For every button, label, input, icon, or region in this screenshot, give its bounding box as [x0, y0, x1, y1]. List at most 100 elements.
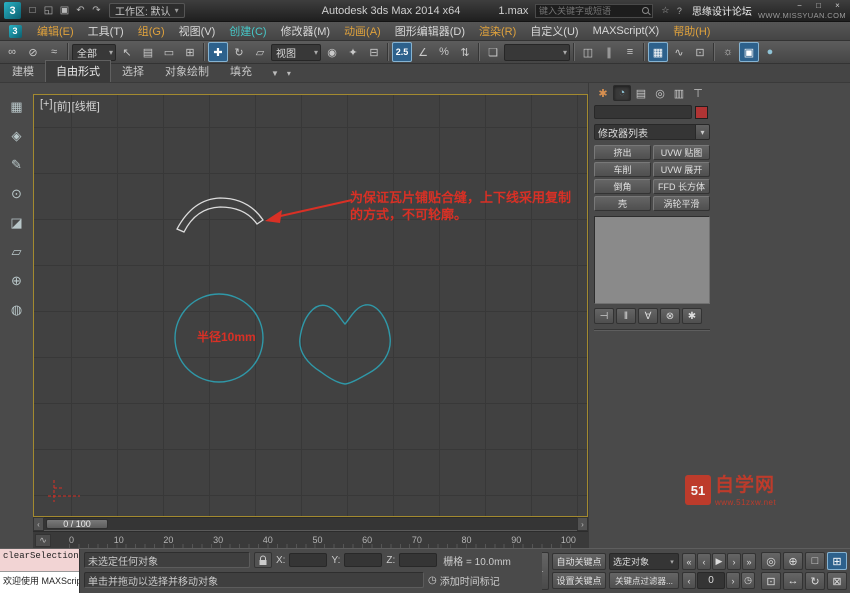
viewport-menu-shading[interactable]: [线框]	[72, 98, 100, 114]
select-and-link-icon[interactable]: ∞ ▾	[2, 42, 22, 62]
search-input[interactable]	[539, 6, 639, 16]
current-frame-field[interactable]: 0	[697, 572, 725, 589]
menu-item[interactable]: 视图(V)	[172, 22, 223, 40]
menu-item[interactable]: 渲染(R)	[472, 22, 523, 40]
time-slider-handle[interactable]: 0 / 100	[46, 519, 108, 529]
macro-recorder-line[interactable]: clearSelection	[0, 549, 79, 572]
timeline-tick[interactable]: 50	[312, 535, 322, 545]
restore-button[interactable]: □	[810, 1, 827, 10]
modifier-button[interactable]: 挤出	[594, 145, 651, 160]
time-slider-track[interactable]: 0 / 100	[44, 517, 577, 531]
make-unique-icon[interactable]: ∀	[638, 308, 658, 324]
ribbon-options-icon[interactable]: ▾	[287, 69, 291, 78]
add-time-tag-button[interactable]: ◷ 添加时间标记	[428, 573, 500, 588]
angle-snap-icon[interactable]: ∠ ▾	[413, 42, 433, 62]
play-animation-icon[interactable]: ▶	[712, 553, 726, 570]
close-button[interactable]: ×	[829, 1, 846, 10]
menu-item[interactable]: MAXScript(X)	[586, 22, 667, 40]
utilities-tab-icon[interactable]: ⊤	[689, 85, 707, 101]
toolbar-item[interactable]: ▾	[478, 43, 480, 61]
set-keys-button[interactable]: ♀	[542, 552, 549, 590]
select-by-name-icon[interactable]: ▤ ▾	[138, 42, 158, 62]
percent-snap-icon[interactable]: % ▾	[434, 42, 454, 62]
configure-modifier-sets-icon[interactable]: ✱	[682, 308, 702, 324]
menu-item[interactable]: 图形编辑器(D)	[388, 22, 472, 40]
freeform-shapes-icon[interactable]: ◪	[7, 213, 27, 233]
modifier-button[interactable]: 壳	[594, 196, 651, 211]
ribbon-tab[interactable]: 填充	[220, 61, 262, 82]
spinner-snap-icon[interactable]: ⇅ ▾	[455, 42, 475, 62]
time-slider-next-icon[interactable]: ›	[577, 517, 588, 531]
select-and-move-icon[interactable]: ✚ ▾	[208, 42, 228, 62]
open-file-icon[interactable]: ◱	[41, 3, 56, 19]
go-to-end-icon[interactable]: »	[742, 553, 756, 570]
viewport-menu-general[interactable]: [+]	[40, 98, 53, 114]
snaps-toggle-icon[interactable]: 2.5 ▾	[392, 42, 412, 62]
timeline-tick[interactable]: 70	[412, 535, 422, 545]
modifier-button[interactable]: 涡轮平滑	[653, 196, 710, 211]
create-tab-icon[interactable]: ✱	[594, 85, 612, 101]
zoom-region-icon[interactable]: ⊡	[761, 572, 781, 590]
next-key-icon[interactable]: ›	[726, 572, 740, 589]
modifier-button[interactable]: UVW 贴图	[653, 145, 710, 160]
coord-y-field[interactable]	[344, 553, 382, 567]
timeline-tick[interactable]: 30	[213, 535, 223, 545]
modifier-button[interactable]: 车削	[594, 162, 651, 177]
new-file-icon[interactable]: □	[25, 3, 40, 19]
rectangular-selection-icon[interactable]: ▭ ▾	[159, 42, 179, 62]
render-production-icon[interactable]: ● ▾	[760, 42, 780, 62]
listener-line[interactable]: 欢迎使用 MAXScript	[0, 572, 79, 593]
toolbar-item[interactable]: ▾	[387, 43, 389, 61]
render-setup-icon[interactable]: ☼ ▾	[718, 42, 738, 62]
select-and-rotate-icon[interactable]: ↻ ▾	[229, 42, 249, 62]
curve-editor-icon[interactable]: ∿ ▾	[669, 42, 689, 62]
reference-coordinate-dropdown[interactable]: 视图 ▾	[271, 44, 321, 61]
modifier-button[interactable]: FFD 长方体	[653, 179, 710, 194]
menu-item[interactable]: 创建(C)	[222, 22, 273, 40]
object-name-field[interactable]	[594, 105, 692, 119]
toolbar-item[interactable]: ▾	[713, 43, 715, 61]
freeform-relax-icon[interactable]: ◍	[7, 300, 27, 320]
selection-lock-icon[interactable]	[254, 552, 272, 568]
arc-spline[interactable]	[177, 198, 263, 232]
set-key-button[interactable]: 设置关键点	[552, 572, 606, 589]
ribbon-toggle-icon[interactable]: ▦ ▾	[648, 42, 668, 62]
workspace-dropdown[interactable]: 工作区: 默认 ▾	[109, 3, 185, 18]
menu-item[interactable]: 修改器(M)	[274, 22, 338, 40]
timeline-tick[interactable]: 20	[163, 535, 173, 545]
time-configuration-icon[interactable]: ◷	[741, 572, 755, 589]
keyboard-override-icon[interactable]: ⊟ ▾	[364, 42, 384, 62]
select-and-scale-icon[interactable]: ▱ ▾	[250, 42, 270, 62]
app-logo-icon[interactable]: 3	[4, 2, 21, 19]
menu-item[interactable]: 工具(T)	[81, 22, 131, 40]
coord-x-field[interactable]	[289, 553, 327, 567]
align-icon[interactable]: ∥ ▾	[599, 42, 619, 62]
viewport-front[interactable]: [+][前][线框] 为保证瓦片铺贴合缝，上下线采用复制	[33, 94, 588, 517]
freeform-attach-icon[interactable]: ⊕	[7, 271, 27, 291]
auto-key-button[interactable]: 自动关键点	[552, 553, 606, 570]
timeline-tick[interactable]: 90	[511, 535, 521, 545]
minimize-button[interactable]: −	[791, 1, 808, 10]
redo-icon[interactable]: ↷	[89, 3, 104, 19]
unlink-selection-icon[interactable]: ⊘ ▾	[23, 42, 43, 62]
object-color-swatch[interactable]	[695, 106, 708, 119]
toolbar-item[interactable]: ▾	[203, 43, 205, 61]
menu-item[interactable]: 动画(A)	[337, 22, 388, 40]
coord-z-field[interactable]	[399, 553, 437, 567]
named-sets-dropdown[interactable]: ▾	[504, 44, 570, 61]
toolbar-item[interactable]: ▾	[67, 43, 69, 61]
menu-item[interactable]: 编辑(E)	[30, 22, 81, 40]
previous-key-icon[interactable]: ‹	[682, 572, 696, 589]
timeline-tick[interactable]: 40	[263, 535, 273, 545]
modifier-list-dropdown[interactable]: 修改器列表 ▾	[594, 124, 710, 140]
timeline-tick[interactable]: 10	[114, 535, 124, 545]
hierarchy-tab-icon[interactable]: ▤	[632, 85, 650, 101]
freeform-deform-icon[interactable]: ▱	[7, 242, 27, 262]
undo-icon[interactable]: ↶	[73, 3, 88, 19]
help-icon[interactable]: ?	[673, 4, 686, 18]
previous-frame-icon[interactable]: ‹	[697, 553, 711, 570]
freeform-optimize-icon[interactable]: ⊙	[7, 184, 27, 204]
toolbar-item[interactable]: ▾	[573, 43, 575, 61]
ribbon-tab[interactable]: 建模	[2, 61, 44, 82]
zoom-extents-icon[interactable]: □	[805, 552, 825, 570]
